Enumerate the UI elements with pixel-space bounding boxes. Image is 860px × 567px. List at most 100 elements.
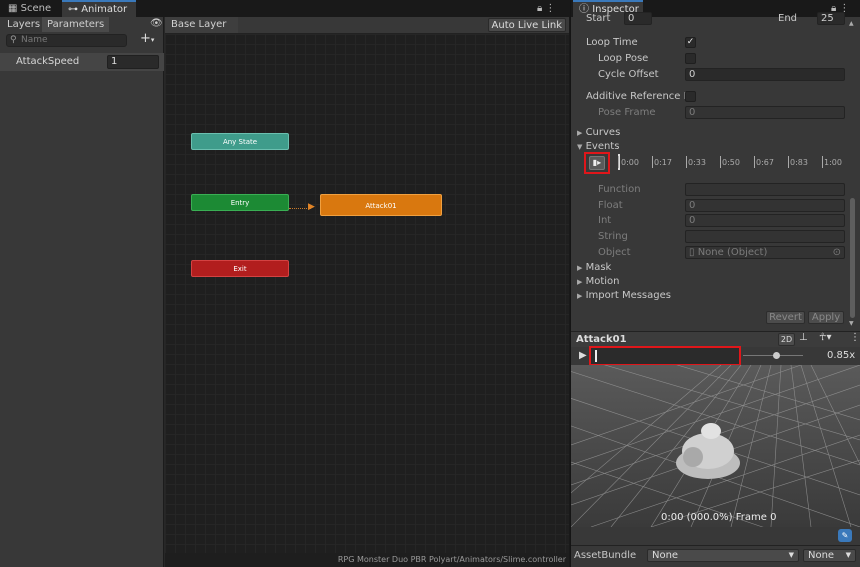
- ruler-tick: [822, 156, 823, 168]
- tag-icon[interactable]: ✎: [838, 529, 852, 542]
- loop-time-label: Loop Time: [586, 37, 638, 48]
- assetbundle-variant-select[interactable]: None ▼: [803, 549, 856, 562]
- tab-animator[interactable]: ⊶ Animator: [62, 0, 136, 17]
- auto-live-link-button[interactable]: Auto Live Link: [487, 18, 566, 32]
- play-icon[interactable]: ▶: [579, 350, 587, 361]
- scroll-down-icon[interactable]: ▼: [849, 320, 854, 327]
- kebab-menu-icon[interactable]: ⋮: [850, 332, 860, 343]
- end-field[interactable]: 25: [817, 12, 845, 25]
- assetbundle-name-select[interactable]: None ▼: [647, 549, 799, 562]
- ruler-label: 0:83: [790, 158, 808, 167]
- asset-label-bar: ✎: [571, 527, 860, 545]
- additive-reference-label: Additive Reference P: [586, 91, 690, 102]
- breadcrumb[interactable]: Base Layer: [165, 17, 239, 33]
- parameter-search-input[interactable]: ⚲ Name: [6, 34, 127, 47]
- tab-layers[interactable]: Layers: [2, 17, 45, 32]
- exit-node[interactable]: Exit: [191, 260, 289, 277]
- assetbundle-row: AssetBundle None ▼ None ▼: [571, 545, 860, 567]
- ruler-label: 1:00: [824, 158, 842, 167]
- object-label: Object: [598, 247, 631, 258]
- ruler-label: 0:17: [654, 158, 672, 167]
- event-timeline-ruler[interactable]: 0:00 0:17 0:33 0:50 0:67 0:83 1:00: [618, 154, 846, 172]
- ruler-tick: [618, 156, 619, 168]
- cycle-offset-field[interactable]: 0: [685, 68, 845, 81]
- avatar-icon[interactable]: ☥▾: [819, 332, 831, 343]
- file-icon: ▯: [689, 247, 695, 258]
- loop-time-checkbox[interactable]: ✓: [685, 37, 696, 48]
- preview-frame-readout: 0:00 (000.0%) Frame 0: [661, 512, 777, 523]
- revert-button[interactable]: Revert: [766, 311, 805, 324]
- string-field[interactable]: [685, 230, 845, 243]
- curves-foldout[interactable]: ▶ Curves: [577, 127, 620, 138]
- string-label: String: [598, 231, 628, 242]
- loop-pose-checkbox[interactable]: [685, 53, 696, 64]
- ruler-tick: [686, 156, 687, 168]
- controller-path: RPG Monster Duo PBR Polyart/Animators/Sl…: [165, 553, 569, 567]
- chevron-right-icon: ▶: [577, 129, 583, 137]
- chevron-right-icon: ▶: [577, 264, 583, 272]
- object-field[interactable]: ▯ None (Object) ⊙: [685, 246, 845, 259]
- pivot-icon[interactable]: ⊥: [799, 332, 808, 343]
- tab-animator-label: Animator: [81, 4, 128, 15]
- chevron-down-icon: ▼: [788, 551, 794, 559]
- preview-header: Attack01 2D ⊥ ☥▾ ⋮: [571, 331, 860, 347]
- start-label: Start: [586, 13, 611, 24]
- ruler-label: 0:50: [722, 158, 740, 167]
- ruler-tick: [652, 156, 653, 168]
- preview-speed: 0.85x: [827, 350, 856, 361]
- animator-window: ▦ Scene ⊶ Animator 🔒︎⋮ Layers Parameters…: [0, 0, 569, 567]
- ruler-label: 0:00: [621, 158, 639, 167]
- inspector-scrollbar[interactable]: ▲ ▼: [848, 20, 856, 330]
- speed-slider-handle[interactable]: [773, 352, 780, 359]
- cycle-offset-label: Cycle Offset: [598, 69, 659, 80]
- tab-parameters[interactable]: Parameters: [42, 17, 110, 32]
- add-parameter-button[interactable]: +▾: [140, 31, 154, 46]
- pose-frame-field[interactable]: 0: [685, 106, 845, 119]
- chevron-right-icon: ▶: [577, 292, 583, 300]
- pose-frame-label: Pose Frame: [598, 107, 656, 118]
- preview-scene: [571, 365, 860, 527]
- parameter-name: AttackSpeed: [16, 56, 80, 67]
- eye-icon[interactable]: 👁︎: [150, 18, 163, 29]
- preview-playback-row: ▶ 0.85x: [571, 346, 860, 366]
- animation-preview-viewport[interactable]: 0:00 (000.0%) Frame 0: [571, 365, 860, 527]
- parameter-value-field[interactable]: 1: [107, 55, 159, 69]
- mask-foldout[interactable]: ▶ Mask: [577, 262, 611, 273]
- motion-label: Motion: [585, 276, 620, 287]
- preview-2d-button[interactable]: 2D: [778, 333, 795, 346]
- apply-button[interactable]: Apply: [808, 311, 844, 324]
- float-field[interactable]: 0: [685, 199, 845, 212]
- chevron-down-icon: ▼: [845, 551, 851, 559]
- start-field[interactable]: 0: [624, 12, 652, 25]
- assetbundle-name-value: None: [652, 550, 679, 561]
- add-event-icon: ▮▸: [592, 158, 602, 167]
- function-label: Function: [598, 184, 641, 195]
- preview-clip-name: Attack01: [576, 334, 627, 345]
- import-messages-label: Import Messages: [585, 290, 671, 301]
- function-field[interactable]: [685, 183, 845, 196]
- import-messages-foldout[interactable]: ▶ Import Messages: [577, 290, 671, 301]
- add-event-button[interactable]: ▮▸: [589, 156, 605, 170]
- additive-reference-checkbox[interactable]: [685, 91, 696, 102]
- scrollbar-thumb[interactable]: [850, 198, 855, 318]
- motion-foldout[interactable]: ▶ Motion: [577, 276, 619, 287]
- scroll-up-icon[interactable]: ▲: [849, 20, 854, 27]
- object-picker-icon[interactable]: ⊙: [833, 247, 841, 258]
- attack01-state-node[interactable]: Attack01: [320, 194, 442, 216]
- preview-timeline-highlight: [589, 346, 741, 366]
- tab-scene-label: Scene: [20, 3, 52, 14]
- parameter-row[interactable]: AttackSpeed 1: [0, 53, 164, 71]
- animator-window-menu[interactable]: 🔒︎⋮: [537, 1, 558, 16]
- scene-icon: ▦: [8, 3, 18, 14]
- events-foldout[interactable]: ▼ Events: [577, 141, 619, 152]
- tab-scene[interactable]: ▦ Scene: [2, 0, 60, 17]
- animator-icon: ⊶: [68, 4, 78, 15]
- graph-toolbar: Base Layer Auto Live Link: [165, 17, 569, 34]
- state-machine-graph[interactable]: Any State Entry ▶ Attack01 Exit: [165, 34, 569, 553]
- int-field[interactable]: 0: [685, 214, 845, 227]
- assetbundle-label: AssetBundle: [574, 550, 637, 561]
- assetbundle-variant-value: None: [808, 550, 835, 561]
- any-state-node[interactable]: Any State: [191, 133, 289, 150]
- kebab-menu-icon[interactable]: ⋮: [545, 3, 558, 14]
- entry-node[interactable]: Entry: [191, 194, 289, 211]
